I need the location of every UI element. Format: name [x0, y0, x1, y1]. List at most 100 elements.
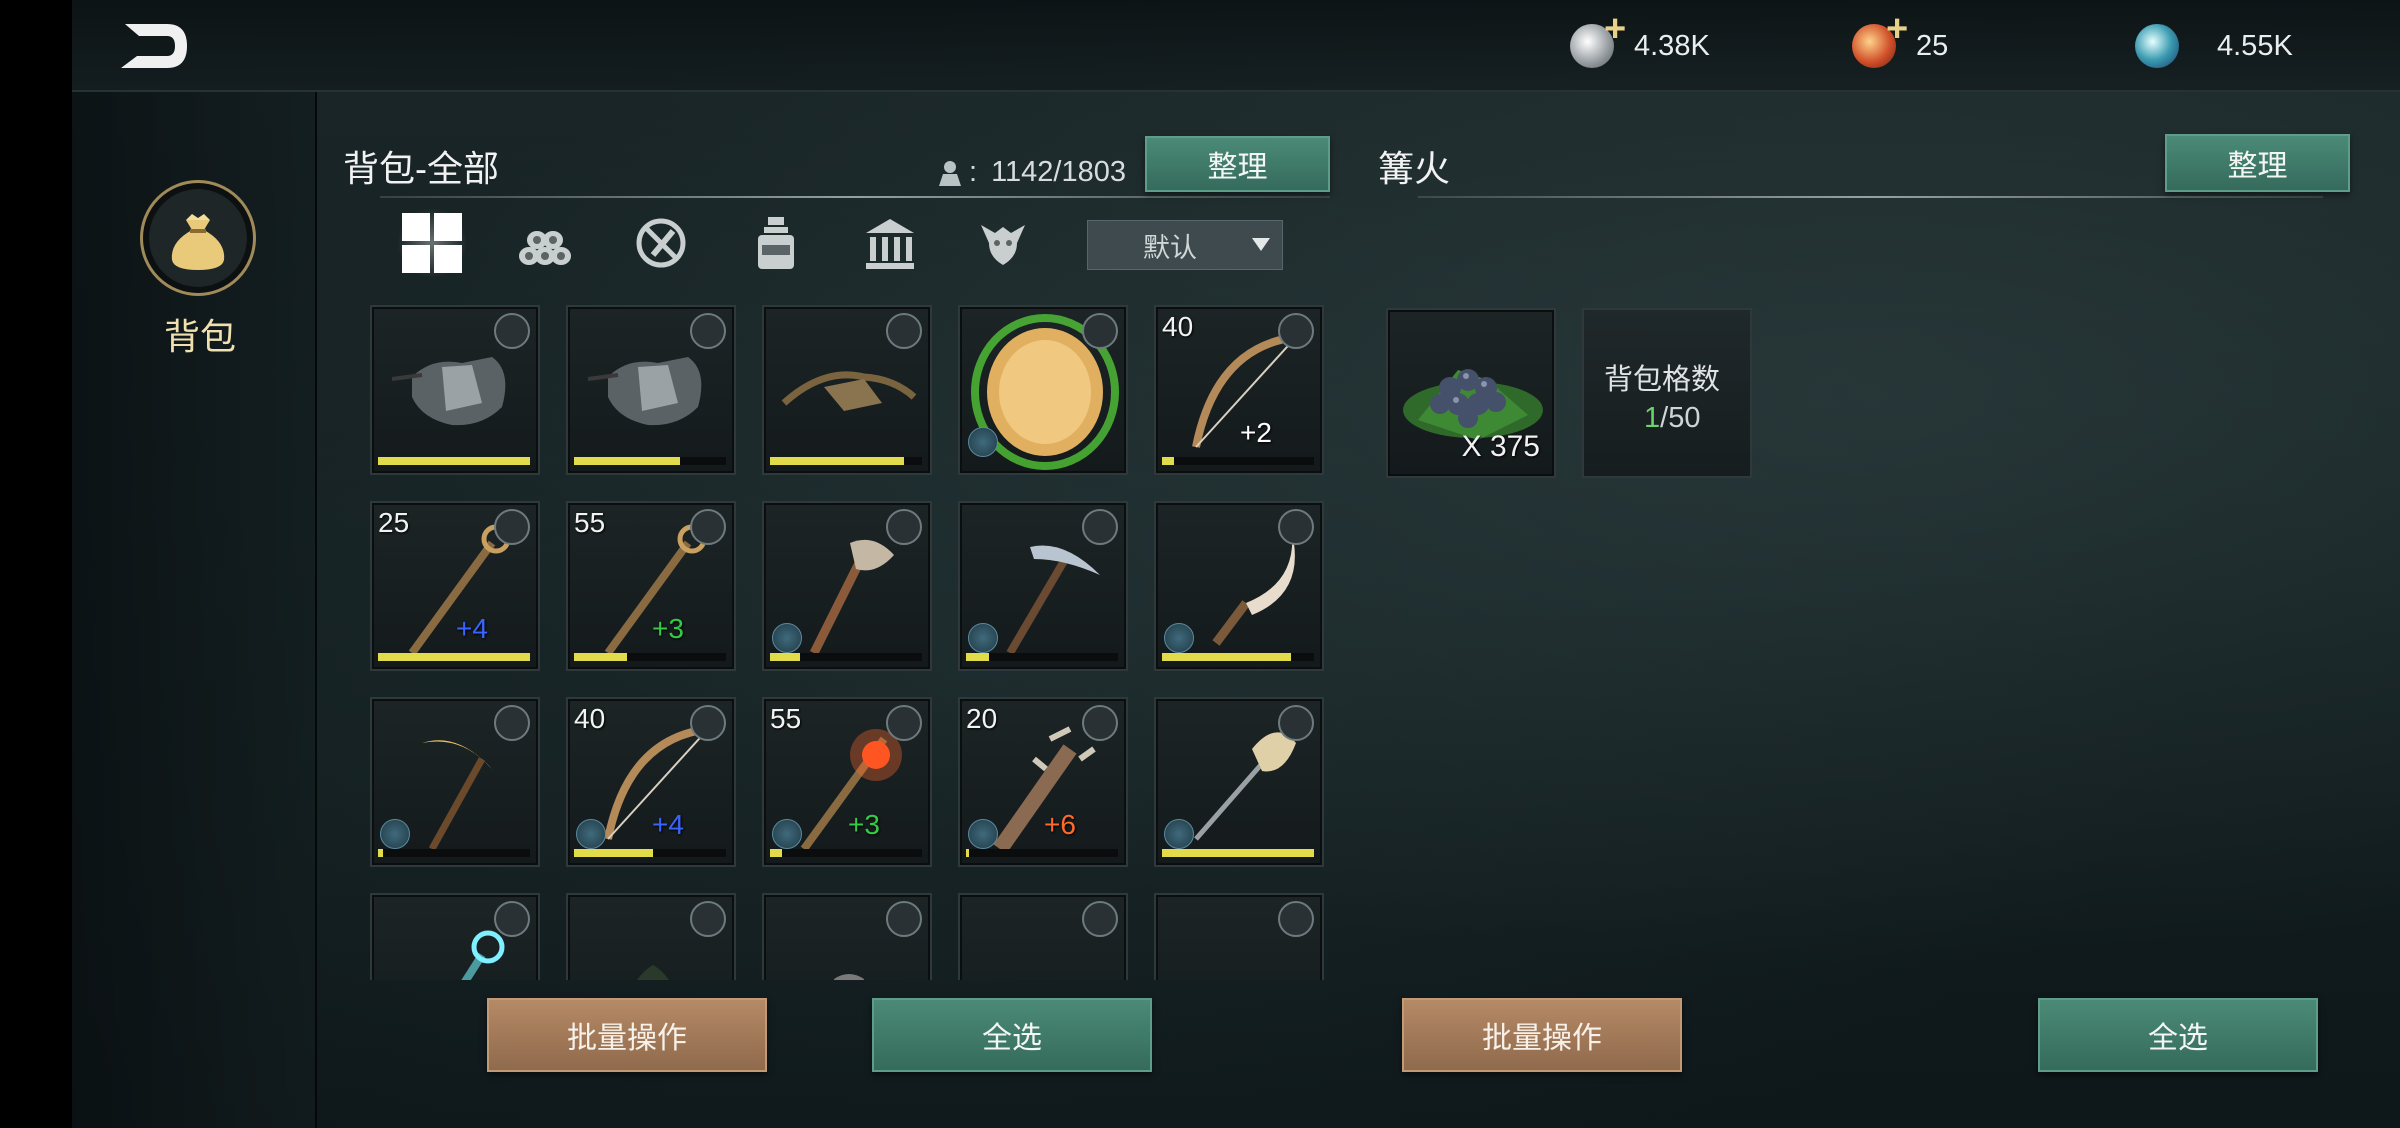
durability-bar: [1162, 457, 1314, 465]
durability-fill: [378, 457, 530, 465]
durability-fill: [966, 653, 989, 661]
bonfire-sort-button[interactable]: 整理: [2165, 134, 2350, 192]
crystal-orb-icon: [2135, 24, 2179, 68]
item-level: 55: [574, 507, 606, 538]
durability-fill: [1162, 849, 1314, 857]
currency-copper[interactable]: + 25: [1852, 10, 1948, 70]
inventory-slot[interactable]: [370, 305, 540, 475]
inventory-slot[interactable]: [762, 893, 932, 980]
item-level: 40: [1162, 311, 1194, 342]
building-icon: [866, 219, 914, 269]
currency-crystal[interactable]: 4.55K: [2135, 22, 2293, 70]
tab-all[interactable]: [397, 208, 467, 278]
sidebar-item-bag[interactable]: 背包: [140, 180, 260, 357]
inventory-slot[interactable]: 20 +6: [958, 697, 1128, 867]
tab-weapons[interactable]: [626, 208, 696, 278]
silver-amount: 4.38K: [1634, 29, 1710, 62]
item-enhance-level: +3: [848, 809, 880, 840]
inventory-title: 背包-全部: [343, 148, 499, 189]
equipped-shirt-icon: [576, 819, 606, 849]
chain-link-icon: [886, 509, 922, 545]
chain-link-icon: [690, 313, 726, 349]
inventory-slot[interactable]: 40 +4: [566, 697, 736, 867]
bag-icon: [171, 214, 225, 270]
inventory-slot[interactable]: [566, 305, 736, 475]
inventory-slot[interactable]: 40 +2: [1154, 305, 1324, 475]
inventory-slot[interactable]: [958, 893, 1128, 980]
inventory-slot[interactable]: [370, 893, 540, 980]
inventory-slot[interactable]: [566, 893, 736, 980]
inventory-slot[interactable]: 25 +4: [370, 501, 540, 671]
back-button[interactable]: [115, 18, 195, 74]
game-screen: + 4.38K + 25 4.55K 背包 背包-全部 : 1142/1803: [0, 0, 2400, 1128]
durability-fill: [770, 653, 800, 661]
weight-icon: [939, 160, 961, 186]
inventory-slot[interactable]: [1154, 501, 1324, 671]
equipped-shirt-icon: [380, 819, 410, 849]
tab-consumables[interactable]: [741, 208, 811, 278]
potion-bottle-icon: [758, 217, 794, 269]
durability-bar: [1162, 849, 1314, 857]
chevron-down-icon: [1252, 238, 1270, 251]
inventory-slot[interactable]: [762, 501, 932, 671]
chain-link-icon: [1082, 313, 1118, 349]
bonfire-title: 篝火: [1378, 148, 1451, 189]
inventory-batch-button[interactable]: 批量操作: [487, 998, 767, 1072]
chain-link-icon: [886, 901, 922, 937]
chain-link-icon: [690, 509, 726, 545]
durability-fill: [378, 849, 383, 857]
currency-silver[interactable]: + 4.38K: [1570, 10, 1710, 70]
durability-bar: [966, 849, 1118, 857]
sort-dropdown[interactable]: 默认: [1087, 220, 1283, 270]
equipped-shirt-icon: [968, 819, 998, 849]
inventory-slot[interactable]: [958, 305, 1128, 475]
capacity-value: 1142/1803: [991, 156, 1126, 188]
inventory-title-divider: [380, 196, 1330, 198]
equipped-shirt-icon: [772, 623, 802, 653]
bonfire-item-slot[interactable]: X 375: [1386, 308, 1556, 478]
plus-icon[interactable]: +: [1604, 10, 1626, 48]
chain-link-icon: [1278, 509, 1314, 545]
inventory-select-all-button[interactable]: 全选: [872, 998, 1152, 1072]
item-level: 20: [966, 703, 998, 734]
chain-link-icon: [1278, 313, 1314, 349]
inventory-slot[interactable]: [1154, 893, 1324, 980]
inventory-grid: 40 +2 25 +4 55 +3 40 +4 55 +3 20 +6: [370, 305, 1330, 980]
equipped-shirt-icon: [968, 623, 998, 653]
plus-icon[interactable]: +: [1886, 10, 1908, 48]
sort-button-label: 整理: [2227, 150, 2288, 183]
durability-bar: [574, 849, 726, 857]
inventory-sort-button[interactable]: 整理: [1145, 136, 1330, 192]
durability-bar: [378, 457, 530, 465]
inventory-slot[interactable]: [762, 305, 932, 475]
sort-dropdown-value: 默认: [1143, 232, 1197, 263]
chain-link-icon: [494, 901, 530, 937]
durability-bar: [966, 653, 1118, 661]
durability-fill: [770, 849, 782, 857]
select-all-label: 全选: [2148, 1022, 2208, 1055]
chain-link-icon: [690, 901, 726, 937]
durability-fill: [378, 653, 530, 661]
bonfire-select-all-button[interactable]: 全选: [2038, 998, 2318, 1072]
bonfire-capacity-slot: 背包格数 1/50: [1582, 308, 1752, 478]
tab-materials[interactable]: [510, 208, 580, 278]
inventory-slot[interactable]: [958, 501, 1128, 671]
tab-buildings[interactable]: [855, 208, 925, 278]
durability-fill: [966, 849, 969, 857]
materials-logs-icon: [519, 231, 571, 265]
inventory-slot[interactable]: [1154, 697, 1324, 867]
inventory-slot[interactable]: 55 +3: [566, 501, 736, 671]
bag-button-frame: [140, 180, 256, 296]
bonfire-batch-button[interactable]: 批量操作: [1402, 998, 1682, 1072]
tab-creatures[interactable]: [968, 208, 1038, 278]
item-level: 40: [574, 703, 606, 734]
capacity-count: 1/50: [1644, 402, 1700, 435]
inventory-slot[interactable]: 55 +3: [762, 697, 932, 867]
durability-bar: [770, 849, 922, 857]
chain-link-icon: [690, 705, 726, 741]
durability-bar: [574, 653, 726, 661]
batch-button-label: 批量操作: [1482, 1022, 1602, 1055]
inventory-slot[interactable]: [370, 697, 540, 867]
item-enhance-level: +4: [456, 613, 488, 644]
capacity-colon: :: [969, 156, 978, 188]
